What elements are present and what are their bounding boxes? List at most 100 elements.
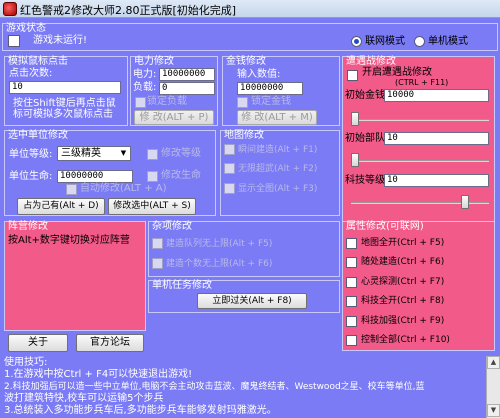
online-mode-radio[interactable] (351, 36, 362, 47)
main-client: 游戏状态 游戏未运行! 联网模式 单机模式 模拟鼠标点击 点击次数: 10 按住… (0, 18, 500, 418)
offline-mode-label[interactable]: 单机模式 (428, 36, 468, 48)
misc-panel: 杂项修改 建造队列无上限(Alt + F5) 建造个数无上限(Alt + F6) (148, 221, 340, 277)
build-anywhere-checkbox[interactable] (346, 257, 357, 268)
scroll-down-icon[interactable]: ▼ (487, 404, 500, 417)
lock-load-label: 锁定负载 (147, 96, 187, 107)
help-line-2: 1.在游戏中按Ctrl + F4可以快速退出游戏! (4, 369, 193, 380)
tech-level-slider[interactable] (461, 195, 469, 209)
tech-open-label[interactable]: 科技全开(Ctrl + F8) (361, 295, 444, 307)
mouse-sim-title: 模拟鼠标点击 (8, 56, 68, 67)
map-open-label[interactable]: 地图全开(Ctrl + F5) (361, 237, 444, 249)
initial-money-slider-track (351, 119, 489, 121)
tech-boost-label[interactable]: 科技加强(Ctrl + F9) (361, 315, 444, 327)
money-panel: 金钱修改 输入数值: 10000000 锁定金钱 修 改(ALT + M) (222, 56, 340, 126)
money-input[interactable]: 10000000 (237, 82, 303, 95)
forum-button[interactable]: 官方论坛 (76, 334, 144, 352)
clicks-label: 点击次数: (9, 68, 53, 79)
clicks-input[interactable]: 10 (9, 81, 121, 94)
unit-level-value: 三级精英 (61, 148, 101, 159)
initial-units-slider[interactable] (351, 153, 359, 167)
help-line-1: 使用技巧: (4, 357, 48, 368)
unlimited-count-label: 建造个数无上限(Alt + F6) (166, 259, 273, 269)
auto-modify-label: 自动修改(ALT + A) (80, 183, 167, 194)
encounter-panel: 遭遇战修改 开启遭遇战修改 (CTRL + F11) 初始金钱 10000 初始… (342, 56, 495, 231)
game-status-indicator (8, 35, 20, 47)
camp-hint: 按Alt+数字键切换对应阵营 (8, 235, 130, 246)
lock-money-label: 锁定金钱 (251, 96, 291, 107)
title-bar: 红色警戒2修改大师2.80正式版[初始化完成] (0, 0, 500, 18)
online-mode-label[interactable]: 联网模式 (365, 36, 405, 48)
modify-selected-button[interactable]: 修改选中(ALT + S) (108, 198, 196, 215)
unlimited-queue-checkbox[interactable] (152, 238, 163, 249)
modify-hp-checkbox[interactable] (147, 171, 158, 182)
initial-money-slider[interactable] (351, 112, 359, 126)
help-scrollbar[interactable]: ▲ ▼ (486, 356, 500, 418)
power-title: 电力修改 (134, 56, 174, 67)
modify-level-checkbox[interactable] (147, 149, 158, 160)
money-input-label: 输入数值: (237, 69, 281, 80)
power-panel: 电力修改 电力: 10000000 负载: 0 锁定负载 修 改(ALT + P… (130, 56, 218, 126)
attribute-title: 属性修改(可联网) (346, 221, 424, 232)
unlimited-count-checkbox[interactable] (152, 258, 163, 269)
tech-open-checkbox[interactable] (346, 296, 357, 307)
unit-hp-input[interactable]: 10000000 (57, 170, 133, 183)
tech-boost-checkbox[interactable] (346, 316, 357, 327)
camp-panel: 阵营修改 按Alt+数字键切换对应阵营 (4, 221, 146, 331)
window-title: 红色警戒2修改大师2.80正式版[初始化完成] (20, 4, 237, 17)
mission-panel: 单机任务修改 立即过关(Alt + F8) (148, 280, 340, 313)
initial-units-slider-track (351, 160, 489, 162)
map-open-checkbox[interactable] (346, 238, 357, 249)
about-button[interactable]: 关于 (8, 334, 68, 352)
control-all-checkbox[interactable] (346, 335, 357, 346)
unlimited-superweapon-label: 无限超武(Alt + F2) (238, 164, 318, 174)
reveal-map-checkbox[interactable] (224, 183, 235, 194)
lock-money-checkbox[interactable] (237, 97, 248, 108)
map-mod-title: 地图修改 (224, 130, 264, 141)
unit-level-select[interactable]: 三级精英 ▼ (57, 146, 131, 161)
money-title: 金钱修改 (226, 56, 266, 67)
initial-units-input[interactable]: 10 (384, 132, 489, 145)
auto-modify-checkbox[interactable] (66, 184, 77, 195)
modify-hp-label: 修改生命 (161, 170, 201, 181)
instant-build-label: 瞬间建造(Alt + F1) (238, 145, 318, 155)
pass-level-button[interactable]: 立即过关(Alt + F8) (197, 293, 307, 309)
app-icon (3, 2, 17, 16)
mission-title: 单机任务修改 (152, 280, 212, 291)
attribute-panel: 属性修改(可联网) 地图全开(Ctrl + F5) 随处建造(Ctrl + F6… (342, 221, 495, 351)
help-text-area[interactable]: 使用技巧: 1.在游戏中按Ctrl + F4可以快速退出游戏! 2.科技加强后可… (0, 356, 500, 418)
encounter-enable-checkbox[interactable] (347, 70, 358, 81)
encounter-enable-hotkey: (CTRL + F11) (395, 78, 449, 87)
tech-level-label: 科技等级 (345, 175, 385, 186)
game-status-title: 游戏状态 (6, 23, 46, 34)
unlimited-queue-label: 建造队列无上限(Alt + F5) (166, 239, 273, 249)
unlimited-superweapon-checkbox[interactable] (224, 163, 235, 174)
psychic-detect-label[interactable]: 心灵探测(Ctrl + F7) (361, 276, 444, 288)
take-over-button[interactable]: 占为己有(Alt + D) (17, 198, 105, 215)
help-line-5: 3.总统装入多功能步兵车后,多功能步兵车能够发射玛雅激光。 (4, 405, 277, 416)
instant-build-checkbox[interactable] (224, 144, 235, 155)
game-status-text: 游戏未运行! (33, 35, 88, 46)
scroll-up-icon[interactable]: ▲ (487, 356, 500, 369)
encounter-title: 遭遇战修改 (346, 56, 396, 67)
misc-title: 杂项修改 (152, 221, 192, 232)
psychic-detect-checkbox[interactable] (346, 277, 357, 288)
unit-mod-title: 选中单位修改 (8, 130, 68, 141)
control-all-label[interactable]: 控制全部(Ctrl + F10) (361, 334, 450, 346)
tech-level-input[interactable]: 10 (384, 174, 489, 187)
initial-units-label: 初始部队 (345, 133, 385, 144)
lock-load-checkbox[interactable] (135, 97, 146, 108)
load-input[interactable]: 0 (159, 82, 215, 95)
power-modify-button[interactable]: 修 改(ALT + P) (134, 110, 214, 125)
reveal-map-label: 显示全图(Alt + F3) (238, 184, 318, 194)
offline-mode-radio[interactable] (414, 36, 425, 47)
initial-money-input[interactable]: 10000 (384, 89, 489, 102)
money-modify-button[interactable]: 修 改(ALT + M) (237, 110, 317, 125)
initial-money-label: 初始金钱 (345, 90, 385, 101)
power-label: 电力: (133, 69, 157, 80)
camp-title: 阵营修改 (8, 221, 48, 232)
unit-mod-panel: 选中单位修改 单位等级: 三级精英 ▼ 修改等级 单位生命: 10000000 … (4, 130, 216, 216)
chevron-down-icon: ▼ (120, 149, 127, 157)
help-line-4: 波打建筑特快,校车可以运输5个步兵 (4, 393, 164, 404)
power-input[interactable]: 10000000 (159, 68, 215, 81)
build-anywhere-label[interactable]: 随处建造(Ctrl + F6) (361, 256, 444, 268)
